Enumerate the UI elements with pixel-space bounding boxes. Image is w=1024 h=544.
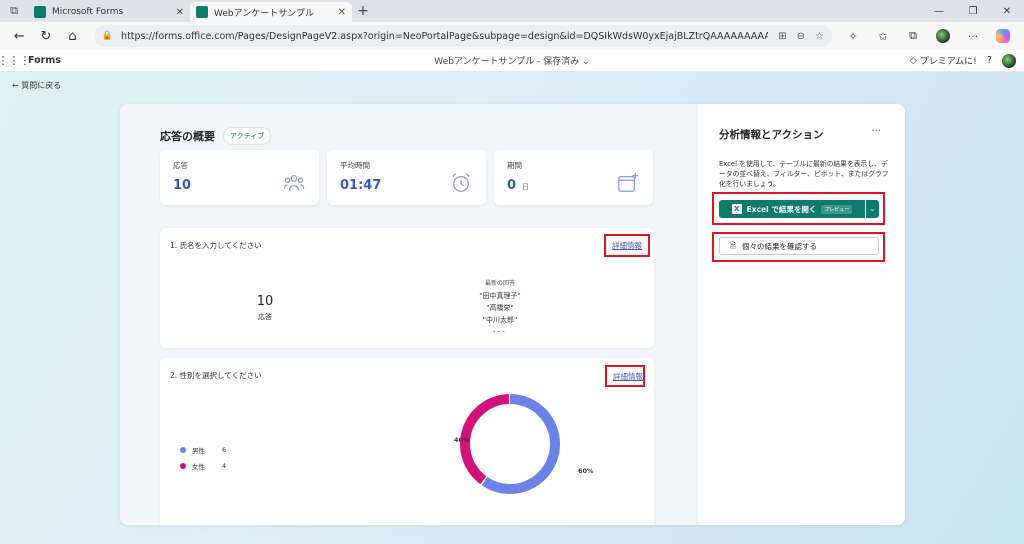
split-screen-icon[interactable]: ⊞	[778, 31, 786, 42]
url-text: https://forms.office.com/Pages/DesignPag…	[121, 30, 769, 42]
stat-responses: 応答 10	[160, 150, 319, 205]
premium-button[interactable]: ◇ プレミアムに!	[909, 54, 977, 68]
home-icon[interactable]: ⌂	[59, 24, 86, 48]
doc-title-text[interactable]: Webアンケートサンプル	[434, 57, 534, 67]
status-badge: アクティブ	[223, 127, 272, 145]
more-responses: ...	[492, 325, 508, 335]
refresh-icon[interactable]: ↻	[33, 24, 60, 48]
stat-label: 期間	[507, 161, 522, 170]
legend-item: 男性 6	[180, 442, 232, 458]
stat-label: 平均時間	[340, 161, 370, 170]
toolbar-icons: ✧ ✩ ⧉ ···	[838, 29, 1018, 43]
latest-response: "高橋栄"	[486, 304, 514, 312]
user-avatar[interactable]	[1002, 53, 1016, 68]
tab-close-icon[interactable]: ✕	[338, 7, 346, 18]
more-icon[interactable]: ···	[958, 29, 988, 43]
restore-icon[interactable]: ❐	[956, 0, 990, 22]
zoom-icon[interactable]: ⊖	[797, 31, 805, 42]
legend-dot	[180, 447, 186, 453]
people-icon	[283, 175, 305, 191]
stat-number: 0	[507, 178, 517, 193]
stat-value: 10	[173, 178, 192, 193]
save-status[interactable]: 保存済み	[543, 57, 579, 67]
close-window-icon[interactable]: ✕	[990, 0, 1024, 22]
tab-microsoft-forms[interactable]: Microsoft Forms ✕	[28, 2, 190, 22]
highlight-box	[604, 234, 650, 257]
legend-count: 6	[222, 446, 227, 454]
analysis-title: 分析情報とアクション	[719, 129, 824, 141]
slice-label-male: 60%	[578, 467, 594, 475]
address-field[interactable]: 🔒 https://forms.office.com/Pages/DesignP…	[93, 25, 833, 47]
stat-value: 0日	[507, 178, 529, 193]
browser-tabbar: ⧉ Microsoft Forms ✕ Webアンケートサンプル ✕ + — ❐…	[0, 0, 1024, 22]
favorites-icon[interactable]: ✩	[868, 29, 898, 43]
stat-label: 応答	[173, 161, 188, 170]
forms-header: ⋮⋮⋮ Forms Webアンケートサンプル - 保存済み ⌄ ◇ プレミアムに…	[0, 50, 1024, 72]
summary-title: 応答の概要	[160, 130, 215, 143]
analysis-pane: 分析情報とアクション ··· Excel を使用して、テーブルに最新の結果を表示…	[697, 104, 905, 525]
window-controls: — ❐ ✕	[922, 0, 1024, 22]
highlight-box	[712, 232, 885, 262]
back-arrow-icon[interactable]: ←	[6, 24, 33, 48]
app-launcher-icon[interactable]: ⋮⋮⋮	[0, 54, 31, 67]
question-card-2: 2. 性別を選択してください 詳細情報 男性 6 女性 4 60% 40%	[160, 358, 654, 525]
stat-value: 01:47	[340, 178, 382, 193]
legend-item: 女性 4	[180, 458, 232, 474]
extensions-icon[interactable]: ✧	[838, 29, 868, 43]
alarm-icon	[452, 173, 470, 192]
collections-icon[interactable]: ⧉	[898, 29, 928, 43]
legend-dot	[180, 463, 186, 469]
latest-header: 最新の回答	[484, 280, 515, 287]
highlight-box	[712, 192, 885, 225]
document-title: Webアンケートサンプル - 保存済み ⌄	[434, 57, 590, 67]
donut-chart	[460, 394, 560, 494]
question-card-1: 1. 氏名を入力してください 詳細情報 10 応答 最新の回答 "田中真理子" …	[160, 228, 654, 348]
tab-close-icon[interactable]: ✕	[176, 7, 184, 18]
forms-tab-icon	[196, 6, 208, 18]
legend-name: 男性	[192, 447, 205, 455]
legend-name: 女性	[192, 463, 205, 471]
tab-label: Microsoft Forms	[52, 7, 124, 17]
response-count: 10	[256, 294, 274, 309]
profile-avatar[interactable]	[936, 29, 951, 43]
help-button[interactable]: ?	[987, 55, 992, 66]
premium-label: プレミアムに!	[919, 57, 977, 67]
stat-average-time: 平均時間 01:47	[327, 150, 486, 205]
header-right: ◇ プレミアムに! ?	[909, 53, 1024, 68]
highlight-box	[605, 365, 645, 387]
workspaces-icon[interactable]: ⧉	[0, 0, 28, 22]
chevron-down-icon[interactable]: ⌄	[582, 57, 590, 67]
tab-label: Webアンケートサンプル	[214, 8, 314, 19]
diamond-icon: ◇	[909, 55, 917, 66]
more-options-icon[interactable]: ···	[871, 126, 881, 137]
chart-legend: 男性 6 女性 4	[180, 442, 232, 474]
responses-card: 応答の概要 アクティブ 応答 10 平均時間 01:47 期間 0 日 1. 氏…	[120, 104, 905, 525]
latest-responses: 最新の回答 "田中真理子" "高橋栄" "中川太郎" ...	[450, 278, 550, 335]
app-name[interactable]: Forms	[28, 55, 61, 66]
back-to-questions-link[interactable]: ← 質問に戻る	[12, 80, 61, 91]
stat-unit: 日	[522, 183, 530, 191]
copilot-icon[interactable]	[996, 29, 1011, 43]
calendar-add-icon	[618, 172, 639, 192]
favorite-star-icon[interactable]: ☆	[815, 31, 824, 42]
response-count-label: 応答	[258, 313, 272, 321]
analysis-description: Excel を使用して、テーブルに最新の結果を表示し、データの並べ替え、フィルタ…	[719, 160, 889, 188]
lock-icon[interactable]: 🔒	[102, 31, 113, 41]
question-title: 2. 性別を選択してください	[170, 371, 262, 380]
minimize-icon[interactable]: —	[922, 0, 956, 22]
new-tab-button[interactable]: +	[352, 0, 374, 22]
question-title: 1. 氏名を入力してください	[170, 241, 262, 250]
forms-tab-icon	[34, 6, 46, 18]
latest-response: "田中真理子"	[479, 292, 521, 300]
stat-duration: 期間 0日	[494, 150, 653, 205]
slice-label-female: 40%	[454, 436, 470, 444]
address-toolbar: ← ↻ ⌂ 🔒 https://forms.office.com/Pages/D…	[0, 22, 1024, 50]
tab-web-survey[interactable]: Webアンケートサンプル ✕	[190, 2, 352, 22]
legend-count: 4	[222, 462, 227, 470]
responses-pane: 応答の概要 アクティブ 応答 10 平均時間 01:47 期間 0 日 1. 氏…	[120, 104, 697, 525]
